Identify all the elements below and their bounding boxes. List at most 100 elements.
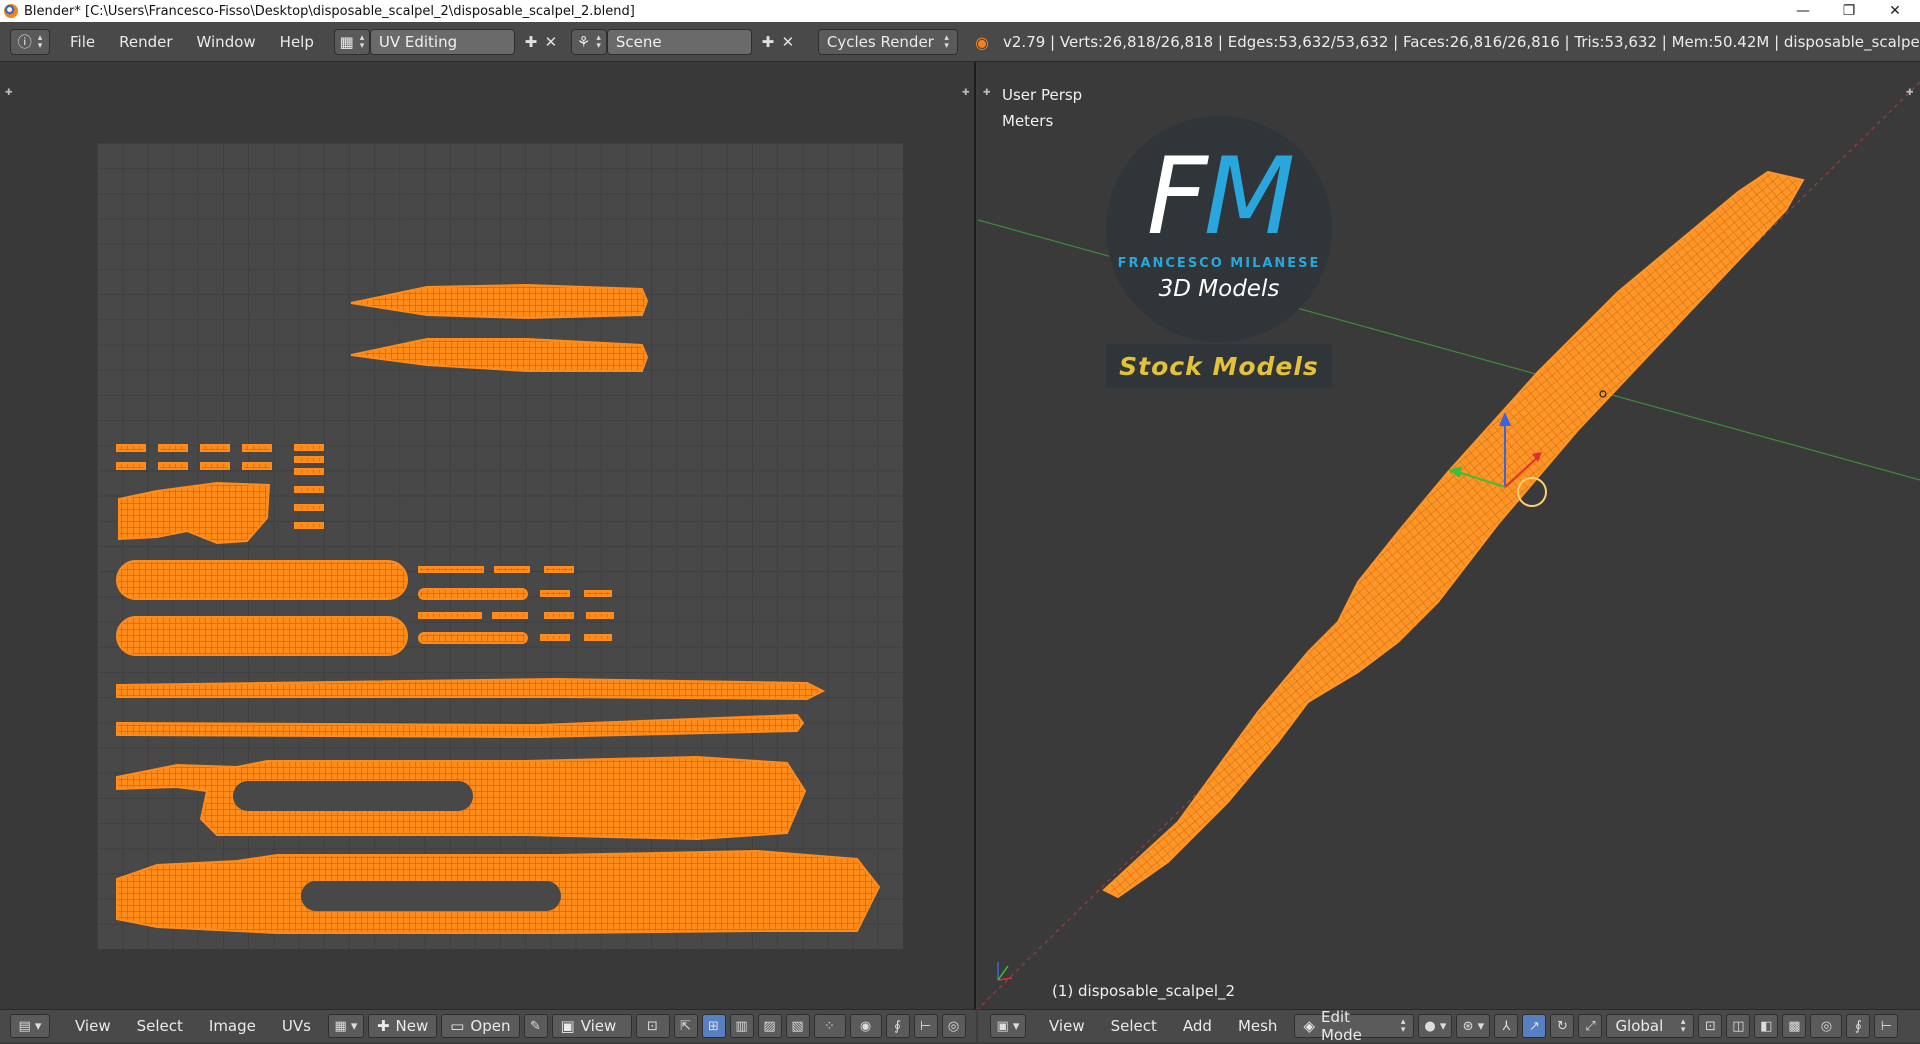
menu-file[interactable]: File [58, 29, 107, 55]
vertex-select-icon[interactable]: ⊞ [701, 1014, 726, 1038]
close-window-button[interactable]: ✕ [1872, 0, 1918, 22]
logo-m: M [1203, 135, 1295, 258]
screen-layout-browse-button[interactable]: ▦ ▴ ▾ [333, 28, 370, 55]
display-channels-icon[interactable]: ◎ [941, 1014, 966, 1038]
uv-island-blade-bottom [350, 338, 649, 372]
stock-models-banner: Stock Models [1106, 344, 1332, 388]
scene-statistics: v2.79 | Verts:26,818/26,818 | Edges:53,6… [1003, 33, 1920, 51]
render-engine-dropdown[interactable]: Cycles Render ▴ ▾ [817, 28, 958, 55]
uv-island-strip-a [116, 677, 826, 701]
uv-menu-view[interactable]: View [62, 1017, 124, 1035]
edge-select-icon[interactable]: ▥ [729, 1014, 754, 1038]
scale-manipulator-icon[interactable]: ⤢ [1578, 1014, 1603, 1038]
uv-island-handle-b [116, 616, 408, 656]
uv-island-strip-b [116, 713, 805, 739]
open-image-button[interactable]: ▭ Open [441, 1014, 520, 1038]
uv-menu-uvs[interactable]: UVs [269, 1017, 324, 1035]
delete-scene-icon[interactable]: ✕ [778, 32, 798, 52]
new-image-button[interactable]: ✚ New [367, 1014, 438, 1038]
layout-grid-icon: ▦ [339, 32, 354, 51]
window-titlebar: Blender* [C:\Users\Francesco-Fisso\Deskt… [0, 0, 1920, 22]
proportional-edit-icon[interactable]: ◎ [1810, 1014, 1843, 1038]
uv-menu-image[interactable]: Image [196, 1017, 269, 1035]
editor-type-info-button[interactable]: ⓘ ▴ ▾ [10, 28, 50, 55]
pivot-dropdown[interactable]: ⊡ [635, 1014, 670, 1038]
fm-monogram: FM [1106, 144, 1332, 250]
menu-window[interactable]: Window [185, 29, 268, 55]
transform-orientation-dropdown[interactable]: Global ▴ ▾ [1606, 1014, 1695, 1038]
scene-field[interactable]: Scene [606, 28, 752, 55]
v3d-menu-select[interactable]: Select [1098, 1017, 1170, 1035]
active-object-label: (1) disposable_scalpel_2 [1052, 982, 1236, 1000]
uv-menu-select[interactable]: Select [124, 1017, 196, 1035]
dropdown-arrows-icon: ▴ ▾ [1400, 1017, 1406, 1035]
v3d-menu-add[interactable]: Add [1170, 1017, 1225, 1035]
pivot-point-dropdown[interactable]: ⊛ ▾ [1456, 1014, 1491, 1038]
add-screen-icon[interactable]: ✚ [521, 32, 541, 52]
maximize-button[interactable]: ❐ [1826, 0, 1872, 22]
editor-type-image-button[interactable]: ▤ ▾ [10, 1014, 50, 1038]
editor-type-3d-button[interactable]: ▣ ▾ [990, 1014, 1026, 1038]
snap-toggle-icon[interactable]: ∮ [1846, 1014, 1871, 1038]
3d-viewport[interactable]: ✚ ✚ User Persp Meters FM FRANCESCO MILAN… [978, 62, 1920, 1009]
window-title: Blender* [C:\Users\Francesco-Fisso\Deskt… [24, 3, 635, 19]
occlude-geometry-icon[interactable]: ▩ [1782, 1014, 1807, 1038]
info-header: ⓘ ▴ ▾ File Render Window Help ▦ ▴ ▾ UV Edi… [0, 22, 1920, 62]
translate-manipulator-icon[interactable]: ↗ [1522, 1014, 1547, 1038]
uv-image-editor[interactable]: ✚ ✚ [0, 62, 976, 1009]
blender-logo-icon: ◉ [975, 33, 989, 52]
face-select-icon[interactable]: ▨ [757, 1014, 782, 1038]
shading-dropdown[interactable]: ● ▾ [1418, 1014, 1453, 1038]
logo-f: F [1146, 135, 1208, 258]
mini-axis-y [997, 965, 1009, 981]
uv-editor-header: ▤ ▾ View Select Image UVs ▦ ▾ ✚ New ▭ Open… [0, 1009, 976, 1042]
rotate-manipulator-icon[interactable]: ↻ [1550, 1014, 1575, 1038]
sticky-mode-dropdown[interactable]: ⁘ [813, 1014, 846, 1038]
dropdown-arrows-icon: ▴ ▾ [37, 32, 43, 51]
scene-browse-button[interactable]: ⚘ ▴ ▾ [570, 28, 607, 55]
dropdown-arrows-icon: ▴ ▾ [596, 32, 601, 51]
v3d-menu-view[interactable]: View [1036, 1017, 1098, 1035]
blender-logo-icon [4, 4, 18, 18]
new-image-label: New [395, 1017, 429, 1035]
mode-dropdown[interactable]: ◈ Edit Mode ▴ ▾ [1294, 1008, 1415, 1044]
folder-icon: ▭ [450, 1017, 465, 1035]
info-icon: ⓘ [17, 34, 32, 51]
dropdown-arrows-icon: ▴ ▾ [944, 32, 949, 51]
face-select-mode-icon[interactable]: ◧ [1754, 1014, 1779, 1038]
manipulator-toggle-icon[interactable]: ⅄ [1494, 1014, 1519, 1038]
plus-icon: ✚ [376, 1017, 390, 1035]
minimize-button[interactable]: — [1780, 0, 1826, 22]
menu-render[interactable]: Render [107, 29, 184, 55]
uv-grid-canvas[interactable] [97, 143, 903, 949]
add-scene-icon[interactable]: ✚ [758, 32, 778, 52]
view-mode-icon: ▣ [560, 1017, 575, 1035]
vertex-select-mode-icon[interactable]: ⊡ [1698, 1014, 1723, 1038]
menu-help[interactable]: Help [268, 29, 326, 55]
toolshelf-toggle-icon[interactable]: ✚ [5, 88, 15, 98]
proportional-edit-dropdown[interactable]: ◉ [849, 1014, 882, 1038]
sync-selection-icon[interactable]: ⇱ [673, 1014, 698, 1038]
mode-label: Edit Mode [1320, 1008, 1362, 1044]
pin-icon[interactable]: ✎ [523, 1014, 548, 1038]
snap-target-icon[interactable]: ⊢ [913, 1014, 938, 1038]
snap-icon[interactable]: ∮ [885, 1014, 910, 1038]
image-browse-button[interactable]: ▦ ▾ [327, 1014, 364, 1038]
3d-view-header: ▣ ▾ View Select Add Mesh ◈ Edit Mode ▴ ▾ … [978, 1008, 1920, 1044]
logo-name-text: FRANCESCO MILANESE [1117, 256, 1321, 271]
delete-screen-icon[interactable]: ✕ [541, 32, 561, 52]
uv-island-handle-a [116, 560, 408, 600]
open-image-label: Open [470, 1017, 511, 1035]
uv-islands [116, 283, 881, 934]
screen-layout-field[interactable]: UV Editing [369, 28, 515, 55]
edge-select-mode-icon[interactable]: ◫ [1726, 1014, 1751, 1038]
snap-element-icon[interactable]: ⊢ [1874, 1014, 1899, 1038]
v3d-menu-mesh[interactable]: Mesh [1225, 1017, 1291, 1035]
dropdown-arrows-icon: ▴ ▾ [1680, 1017, 1686, 1035]
view-mode-dropdown[interactable]: ▣ View [551, 1014, 632, 1038]
edit-mode-icon: ◈ [1303, 1017, 1315, 1035]
fm-logo-badge: FM FRANCESCO MILANESE 3D Models [1106, 116, 1332, 342]
uv-island-wing [118, 481, 271, 545]
island-select-icon[interactable]: ▧ [785, 1014, 810, 1038]
properties-toggle-icon[interactable]: ✚ [962, 88, 972, 98]
